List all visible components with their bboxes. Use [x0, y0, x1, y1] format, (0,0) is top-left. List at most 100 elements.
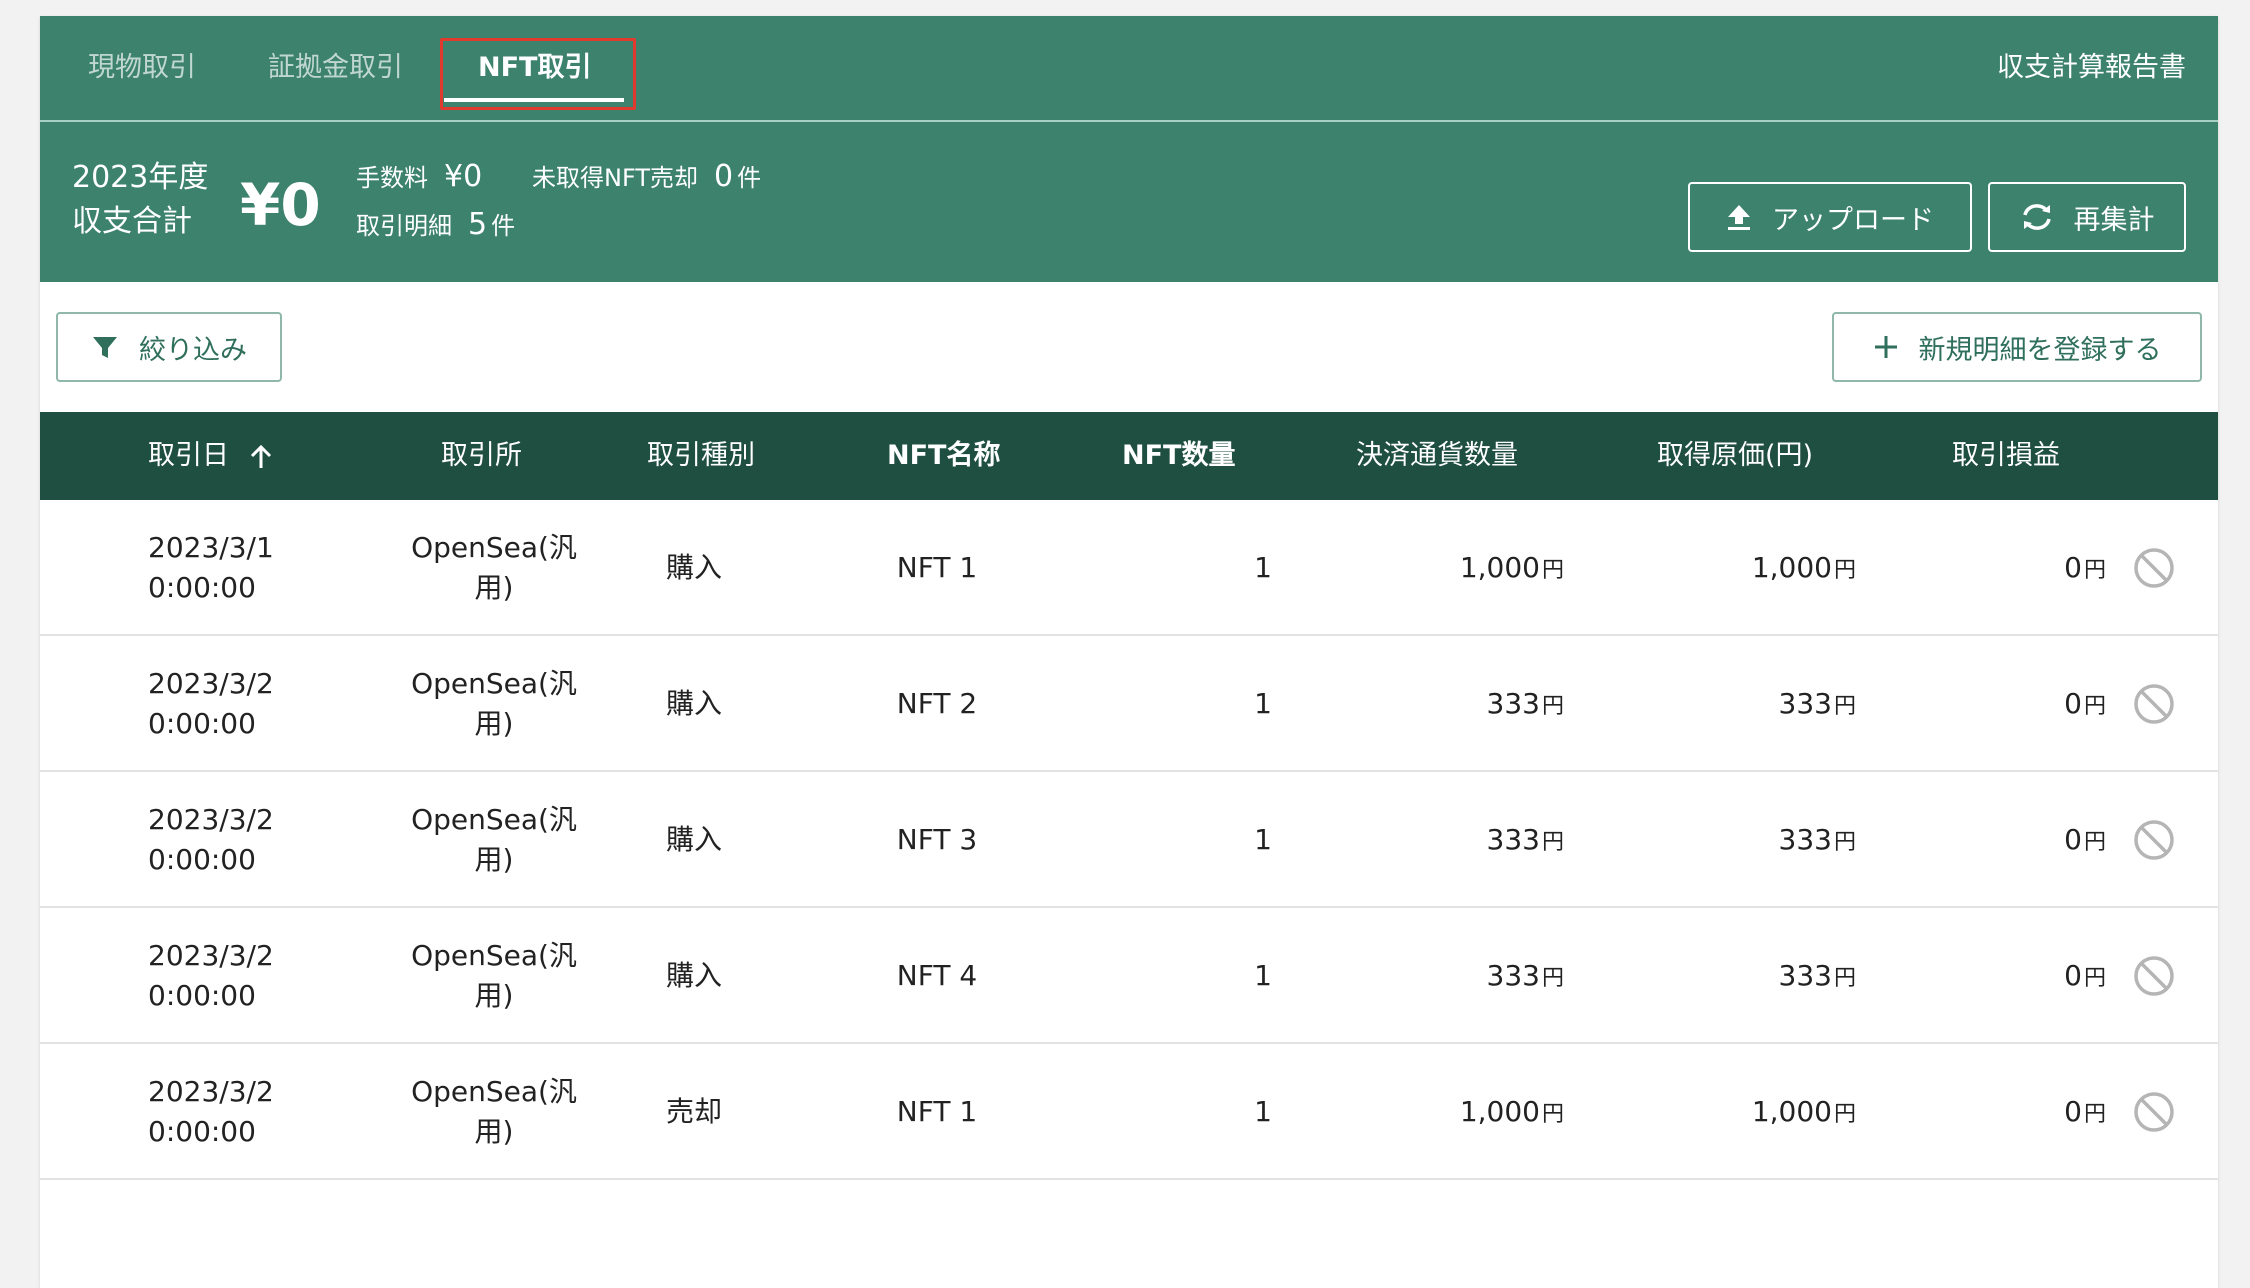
- exchange-text: OpenSea(汎: [411, 531, 577, 564]
- disable-icon[interactable]: [2132, 1090, 2176, 1134]
- nft-qty-cell: 1: [1254, 551, 1272, 584]
- exchange-text: OpenSea(汎: [411, 1075, 577, 1108]
- details-unit: 件: [491, 212, 516, 240]
- cost-cell: 1,000円: [1632, 500, 1856, 639]
- income-report-link[interactable]: 収支計算報告書: [1997, 16, 2186, 120]
- col-nft-name-header: NFT名称: [887, 440, 1001, 471]
- year-total-label: 2023年度 収支合計: [72, 156, 208, 244]
- table-row[interactable]: 2023/3/2 0:00:00 OpenSea(汎 用) 購入 NFT 2 1 3…: [40, 636, 2218, 772]
- yen-unit: 円: [1541, 830, 1564, 855]
- date-cell: 2023/3/2 0:00:00: [148, 1072, 274, 1152]
- yen-unit: 円: [2083, 830, 2106, 855]
- disable-icon[interactable]: [2132, 546, 2176, 590]
- recalculate-button[interactable]: 再集計: [1988, 182, 2186, 252]
- pnl-value: 0: [2064, 959, 2082, 992]
- disable-icon[interactable]: [2132, 682, 2176, 726]
- yen-unit: 円: [2083, 966, 2106, 991]
- pnl-value: 0: [2064, 1095, 2082, 1128]
- pnl-value: 0: [2064, 687, 2082, 720]
- yen-unit: 円: [1833, 558, 1856, 583]
- nft-qty-cell: 1: [1254, 687, 1272, 720]
- table-row[interactable]: 2023/3/2 0:00:00 OpenSea(汎 用) 購入 NFT 4 1 3…: [40, 908, 2218, 1044]
- cost-cell: 333円: [1632, 908, 1856, 1047]
- time-text: 0:00:00: [148, 843, 256, 876]
- table-row[interactable]: 2023/3/2 0:00:00 OpenSea(汎 用) 売却 NFT 1 1 1…: [40, 1044, 2218, 1180]
- nft-qty-cell: 1: [1254, 823, 1272, 856]
- date-cell: 2023/3/1 0:00:00: [148, 528, 274, 608]
- exchange-text: OpenSea(汎: [411, 939, 577, 972]
- fee-label: 手数料: [356, 164, 428, 192]
- details-stat: 取引明細 5 件: [356, 206, 515, 242]
- exchange-cell: OpenSea(汎 用): [394, 1072, 594, 1152]
- pnl-cell: 0円: [1880, 772, 2106, 911]
- unacquired-stat: 未取得NFT売却 0 件: [532, 158, 761, 194]
- yen-unit: 円: [1541, 966, 1564, 991]
- col-date-header[interactable]: 取引日: [148, 412, 274, 500]
- exchange-text-cont: 用): [474, 571, 514, 604]
- recalculate-label: 再集計: [2073, 204, 2155, 236]
- date-text: 2023/3/2: [148, 803, 274, 836]
- exchange-cell: OpenSea(汎 用): [394, 664, 594, 744]
- nft-name-cell: NFT 1: [896, 551, 978, 584]
- sort-ascending-icon: [250, 444, 271, 468]
- settle-value: 1,000: [1459, 1095, 1540, 1128]
- date-text: 2023/3/1: [148, 531, 274, 564]
- tab-nft-trading[interactable]: NFT取引: [478, 16, 591, 120]
- tab-margin-trading[interactable]: 証拠金取引: [268, 16, 403, 120]
- pnl-cell: 0円: [1880, 500, 2106, 639]
- col-cost-header: 取得原価(円): [1657, 440, 1814, 471]
- settle-value: 333: [1486, 959, 1540, 992]
- date-text: 2023/3/2: [148, 939, 274, 972]
- pnl-cell: 0円: [1880, 908, 2106, 1047]
- yen-unit: 円: [1833, 966, 1856, 991]
- filter-button[interactable]: 絞り込み: [56, 312, 282, 382]
- register-new-button[interactable]: 新規明細を登録する: [1832, 312, 2202, 382]
- table-row[interactable]: 2023/3/1 0:00:00 OpenSea(汎 用) 購入 NFT 1 1 1…: [40, 500, 2218, 636]
- col-pnl-header: 取引損益: [1952, 440, 2060, 471]
- type-cell: 購入: [665, 959, 722, 992]
- tab-spot-trading[interactable]: 現物取引: [88, 16, 196, 120]
- exchange-text: OpenSea(汎: [411, 803, 577, 836]
- date-cell: 2023/3/2 0:00:00: [148, 800, 274, 880]
- settle-value: 1,000: [1459, 551, 1540, 584]
- cost-cell: 333円: [1632, 636, 1856, 775]
- col-nft-qty-header: NFT数量: [1122, 440, 1236, 471]
- unacquired-label: 未取得NFT売却: [532, 164, 698, 192]
- tab-bar: 現物取引 証拠金取引 NFT取引 収支計算報告書: [40, 16, 2218, 122]
- col-exchange-header: 取引所: [441, 440, 522, 471]
- yen-unit: 円: [1541, 558, 1564, 583]
- upload-icon: [1728, 205, 1750, 230]
- upload-label: アップロード: [1772, 204, 1934, 236]
- exchange-cell: OpenSea(汎 用): [394, 800, 594, 880]
- total-value: ¥0: [240, 171, 321, 239]
- yen-unit: 円: [1833, 1102, 1856, 1127]
- nft-name-cell: NFT 3: [896, 823, 978, 856]
- active-tab-indicator: [444, 98, 624, 102]
- type-cell: 購入: [665, 687, 722, 720]
- exchange-text: OpenSea(汎: [411, 667, 577, 700]
- table-header: 取引日 取引所 取引種別 NFT名称 NFT数量 決済通貨数量 取得原価(円) …: [40, 412, 2218, 500]
- time-text: 0:00:00: [148, 571, 256, 604]
- date-cell: 2023/3/2 0:00:00: [148, 936, 274, 1016]
- settle-qty-cell: 1,000円: [1340, 500, 1564, 639]
- cost-value: 333: [1778, 959, 1832, 992]
- settle-qty-cell: 1,000円: [1340, 1044, 1564, 1183]
- time-text: 0:00:00: [148, 979, 256, 1012]
- disable-icon[interactable]: [2132, 954, 2176, 998]
- settle-value: 333: [1486, 687, 1540, 720]
- yen-unit: 円: [1833, 694, 1856, 719]
- time-text: 0:00:00: [148, 1115, 256, 1148]
- upload-button[interactable]: アップロード: [1688, 182, 1972, 252]
- cost-cell: 333円: [1632, 772, 1856, 911]
- disable-icon[interactable]: [2132, 818, 2176, 862]
- filter-label: 絞り込み: [139, 334, 247, 366]
- exchange-text-cont: 用): [474, 1115, 514, 1148]
- year-label: 2023年度: [72, 160, 209, 195]
- cost-value: 1,000: [1751, 551, 1832, 584]
- pnl-cell: 0円: [1880, 1044, 2106, 1183]
- exchange-cell: OpenSea(汎 用): [394, 936, 594, 1016]
- pnl-cell: 0円: [1880, 636, 2106, 775]
- exchange-cell: OpenSea(汎 用): [394, 528, 594, 608]
- table-row[interactable]: 2023/3/2 0:00:00 OpenSea(汎 用) 購入 NFT 3 1 3…: [40, 772, 2218, 908]
- col-date-label: 取引日: [148, 440, 229, 471]
